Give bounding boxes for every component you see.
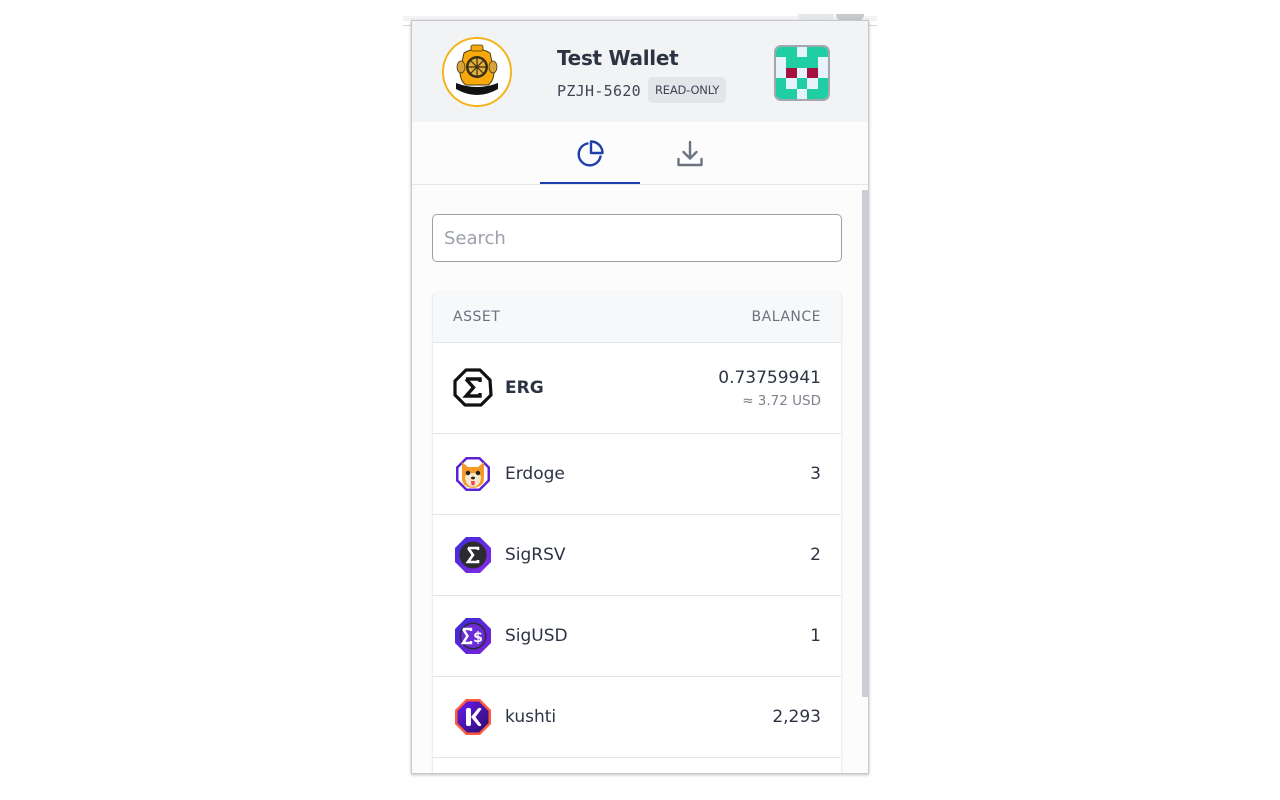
wallet-id: PZJH-5620 (557, 82, 641, 100)
identicon-cell (796, 78, 808, 89)
asset-balance: 2 (810, 545, 821, 565)
tab-receive[interactable] (640, 122, 740, 185)
asset-row-erdoge[interactable]: Erdoge 3 (433, 434, 841, 515)
identicon-cell (776, 78, 787, 89)
wallet-identicon[interactable] (774, 45, 830, 101)
asset-fiat-value: ≈ 3.72 USD (742, 392, 821, 409)
identicon-cell (796, 57, 808, 68)
scrollbar-thumb[interactable] (862, 190, 868, 697)
read-only-badge: READ-ONLY (648, 77, 727, 103)
tab-bar (412, 122, 868, 185)
asset-name: SigUSD (505, 626, 568, 646)
asset-name: kushti (505, 707, 557, 727)
identicon-cell (776, 88, 787, 99)
asset-name: SigRSV (505, 545, 566, 565)
identicon-cell (786, 57, 797, 68)
identicon-cell (776, 47, 787, 58)
identicon-cell (817, 88, 828, 99)
identicon-cell (786, 47, 797, 58)
asset-balance: 3 (810, 464, 821, 484)
wallet-header: Test Wallet PZJH-5620 READ-ONLY (412, 21, 868, 122)
kushti-icon (455, 699, 491, 735)
tab-assets[interactable] (540, 122, 640, 185)
diving-helmet-icon[interactable] (442, 37, 512, 107)
asset-row-sigrsv[interactable]: SigRSV 2 (433, 515, 841, 596)
identicon-cell (807, 47, 818, 58)
search-input[interactable] (432, 214, 842, 262)
identicon-cell (817, 78, 828, 89)
identicon-cell (807, 88, 818, 99)
sigusd-icon: $ (455, 618, 491, 654)
ergo-icon (453, 368, 493, 407)
erdoge-icon (456, 457, 490, 491)
assets-panel: ASSET BALANCE ERG 0.73759941 ≈ 3.72 USD (412, 186, 868, 773)
identicon-cell (817, 47, 828, 58)
identicon-cell (807, 57, 818, 68)
column-header-asset: ASSET (453, 309, 501, 325)
column-header-balance: BALANCE (751, 309, 821, 325)
wallet-name: Test Wallet (557, 46, 679, 70)
asset-balance: 0.73759941 (718, 367, 821, 388)
active-tab-indicator (540, 182, 640, 184)
asset-row-partial (433, 758, 841, 773)
identicon-cell (807, 67, 818, 79)
download-icon (677, 140, 703, 166)
sigrsv-icon (455, 537, 491, 573)
identicon-cell (786, 67, 797, 79)
asset-name: Erdoge (505, 464, 565, 484)
table-header: ASSET BALANCE (433, 292, 841, 343)
asset-row-kushti[interactable]: kushti 2,293 (433, 677, 841, 758)
svg-text:$: $ (473, 630, 483, 646)
asset-row-sigusd[interactable]: $ SigUSD 1 (433, 596, 841, 677)
asset-row-erg[interactable]: ERG 0.73759941 ≈ 3.72 USD (433, 343, 841, 434)
asset-name: ERG (505, 378, 544, 398)
asset-balance: 1 (810, 626, 821, 646)
pie-chart-icon (577, 139, 604, 166)
wallet-popup: Test Wallet PZJH-5620 READ-ONLY ASSET BA… (411, 20, 869, 774)
identicon-cell (786, 88, 797, 99)
assets-table: ASSET BALANCE ERG 0.73759941 ≈ 3.72 USD (432, 292, 842, 773)
asset-balance: 2,293 (772, 707, 821, 727)
